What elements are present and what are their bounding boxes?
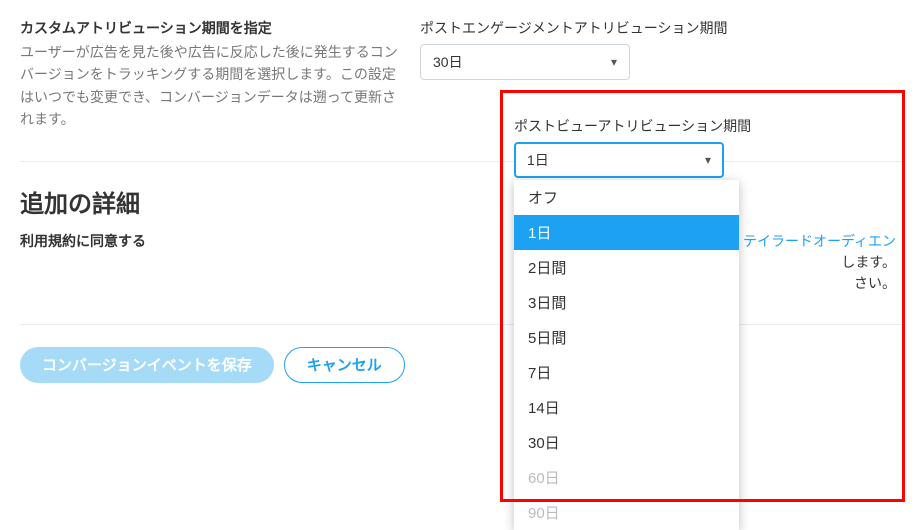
dropdown-option[interactable]: 30日	[514, 425, 739, 460]
post-view-selected-value: 1日	[527, 150, 549, 170]
dropdown-option[interactable]: 3日間	[514, 285, 739, 320]
dropdown-option[interactable]: 5日間	[514, 320, 739, 355]
post-view-section-highlight: ポストビューアトリビューション期間 1日 ▾ オフ1日2日間3日間5日間7日14…	[500, 90, 905, 502]
custom-attribution-description: ユーザーが広告を見た後や広告に反応した後に発生するコンバージョンをトラッキングす…	[20, 41, 400, 131]
chevron-down-icon: ▾	[611, 55, 617, 69]
post-engagement-select[interactable]: 30日 ▾	[420, 44, 630, 80]
post-view-dropdown-list: オフ1日2日間3日間5日間7日14日30日60日90日	[514, 180, 739, 530]
post-engagement-label: ポストエンゲージメントアトリビューション期間	[420, 18, 902, 38]
custom-attribution-heading: カスタムアトリビューション期間を指定	[20, 18, 400, 39]
post-view-label: ポストビューアトリビューション期間	[514, 116, 891, 136]
dropdown-option: 90日	[514, 495, 739, 530]
dropdown-option[interactable]: 2日間	[514, 250, 739, 285]
dropdown-option[interactable]: オフ	[514, 180, 739, 215]
agree-terms-label: 利用規約に同意する	[20, 231, 400, 251]
dropdown-option[interactable]: 7日	[514, 355, 739, 390]
dropdown-option[interactable]: 14日	[514, 390, 739, 425]
save-conversion-event-button[interactable]: コンバージョンイベントを保存	[20, 347, 274, 383]
cancel-button[interactable]: キャンセル	[284, 347, 405, 383]
chevron-down-icon: ▾	[705, 153, 711, 167]
dropdown-option: 60日	[514, 460, 739, 495]
post-engagement-selected-value: 30日	[433, 52, 463, 72]
dropdown-option[interactable]: 1日	[514, 215, 739, 250]
post-view-select[interactable]: 1日 ▾	[514, 142, 724, 178]
